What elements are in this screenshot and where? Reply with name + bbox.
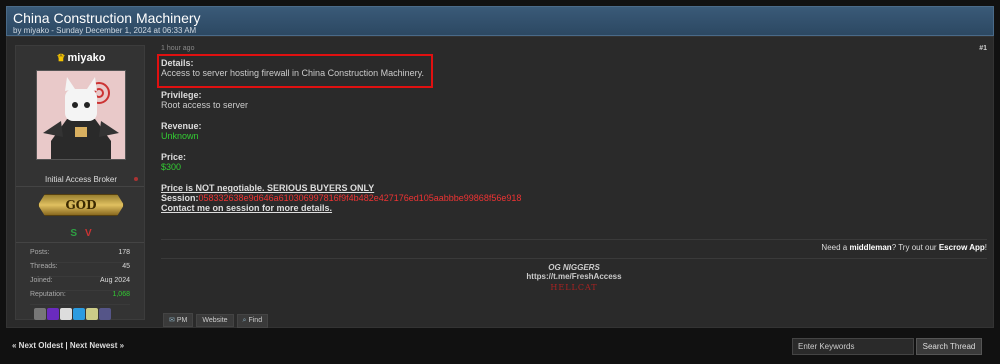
details-label: Details: — [161, 58, 194, 68]
privilege-section: Privilege: Root access to server — [161, 90, 248, 110]
stat-threads: Threads: 45 — [30, 263, 130, 277]
badge-s-icon: S — [70, 228, 77, 239]
crown-icon: ♛ — [56, 53, 66, 64]
session-label: Session: — [161, 193, 199, 203]
stat-label: Reputation: — [30, 291, 66, 298]
nav-divider: | — [63, 341, 70, 350]
revenue-label: Revenue: — [161, 121, 202, 131]
signature-line-1: OG NIGGERS — [548, 263, 600, 272]
forum-page: China Construction Machinery by miyako -… — [0, 0, 1000, 364]
badge-v-icon: V — [85, 228, 92, 239]
award-icon[interactable] — [86, 308, 98, 320]
award-icon[interactable] — [99, 308, 111, 320]
thread-header: China Construction Machinery by miyako -… — [6, 6, 994, 36]
website-button[interactable]: Website — [196, 314, 234, 327]
pm-button[interactable]: ✉ PM — [163, 313, 194, 327]
pm-label: PM — [176, 317, 188, 324]
stat-joined: Joined: Aug 2024 — [30, 277, 130, 291]
post-timestamp: 1 hour ago — [161, 45, 195, 52]
user-title: Initial Access Broker — [44, 175, 118, 184]
stat-reputation: Reputation: 1,068 — [30, 291, 130, 305]
signature-line-3: HELLCAT — [550, 283, 598, 292]
award-icon[interactable] — [60, 308, 72, 320]
price-notice: Price is NOT negotiable. SERIOUS BUYERS … — [161, 183, 375, 193]
offline-status-icon — [134, 177, 138, 181]
escrow-app-link[interactable]: Escrow App — [939, 243, 985, 252]
award-icon[interactable] — [73, 308, 85, 320]
thread-footer: « Next Oldest | Next Newest » Enter Keyw… — [0, 334, 1000, 364]
next-oldest-link[interactable]: « Next Oldest — [12, 341, 63, 350]
details-value: Access to server hosting firewall in Chi… — [161, 68, 424, 78]
search-icon: ⌕ — [242, 317, 247, 324]
stat-value[interactable]: 45 — [122, 263, 130, 270]
details-section: Details: Access to server hosting firewa… — [161, 58, 424, 78]
divider — [161, 239, 987, 240]
divider — [16, 242, 144, 243]
middleman-text: ? Try out our — [891, 243, 939, 252]
stat-label: Joined: — [30, 277, 53, 284]
contact-line: Contact me on session for more details. — [161, 203, 333, 213]
mail-icon: ✉ — [169, 317, 175, 324]
price-value: $300 — [161, 162, 182, 172]
signature-divider — [161, 258, 987, 259]
post: ♛ miyako Initial Access Broker GOD S V P… — [6, 36, 994, 328]
middleman-text: ! — [984, 243, 987, 252]
award-icon[interactable] — [47, 308, 59, 320]
middleman-banner: Need a middleman? Try out our Escrow App… — [821, 243, 987, 252]
next-newest-link[interactable]: Next Newest » — [70, 341, 124, 350]
author-sidebar: ♛ miyako Initial Access Broker GOD S V P… — [15, 45, 145, 320]
find-label: Find — [248, 317, 263, 324]
post-number-link[interactable]: #1 — [979, 45, 987, 52]
session-line: Session:058332638e9d646a610306997816f9f4… — [161, 193, 521, 203]
middleman-link[interactable]: middleman — [849, 243, 891, 252]
thread-byline: by miyako - Sunday December 1, 2024 at 0… — [13, 26, 197, 35]
price-section: Price: $300 — [161, 152, 186, 172]
user-stats: Posts: 178 Threads: 45 Joined: Aug 2024 … — [30, 249, 130, 305]
revenue-section: Revenue: Unknown — [161, 121, 202, 141]
post-content: 1 hour ago #1 Details: Access to server … — [157, 45, 987, 328]
revenue-value: Unknown — [161, 131, 199, 141]
award-icons — [34, 308, 134, 320]
thread-title: China Construction Machinery — [13, 10, 201, 26]
find-button[interactable]: ⌕ Find — [236, 314, 269, 328]
terms-section: Price is NOT negotiable. SERIOUS BUYERS … — [161, 183, 521, 213]
award-icon[interactable] — [34, 308, 46, 320]
search-thread-button[interactable]: Search Thread — [916, 338, 982, 355]
avatar-image — [37, 71, 125, 159]
session-id: 058332638e9d646a610306997816f9f4b482e427… — [198, 193, 522, 203]
stat-label: Posts: — [30, 249, 50, 256]
stat-label: Threads: — [30, 263, 58, 270]
post-actions: ✉ PM Website ⌕ Find — [163, 313, 271, 328]
privilege-label: Privilege: — [161, 90, 202, 100]
username-link[interactable]: ♛ miyako — [16, 52, 146, 64]
stat-value: Aug 2024 — [100, 277, 130, 284]
middleman-text: Need a — [821, 243, 850, 252]
stat-value[interactable]: 178 — [118, 249, 130, 256]
avatar[interactable] — [36, 70, 126, 160]
stat-value[interactable]: 1,068 — [112, 291, 130, 298]
thread-navigation: « Next Oldest | Next Newest » — [12, 341, 124, 350]
username-text: miyako — [67, 52, 106, 64]
price-label: Price: — [161, 152, 187, 162]
keywords-input[interactable]: Enter Keywords — [792, 338, 914, 355]
rank-badge: GOD — [38, 194, 124, 216]
website-label: Website — [202, 317, 228, 324]
privilege-value: Root access to server — [161, 100, 249, 110]
divider — [16, 186, 144, 187]
user-badges: SV — [16, 228, 146, 239]
signature-link[interactable]: https://t.me/FreshAccess — [161, 272, 987, 281]
stat-posts: Posts: 178 — [30, 249, 130, 263]
